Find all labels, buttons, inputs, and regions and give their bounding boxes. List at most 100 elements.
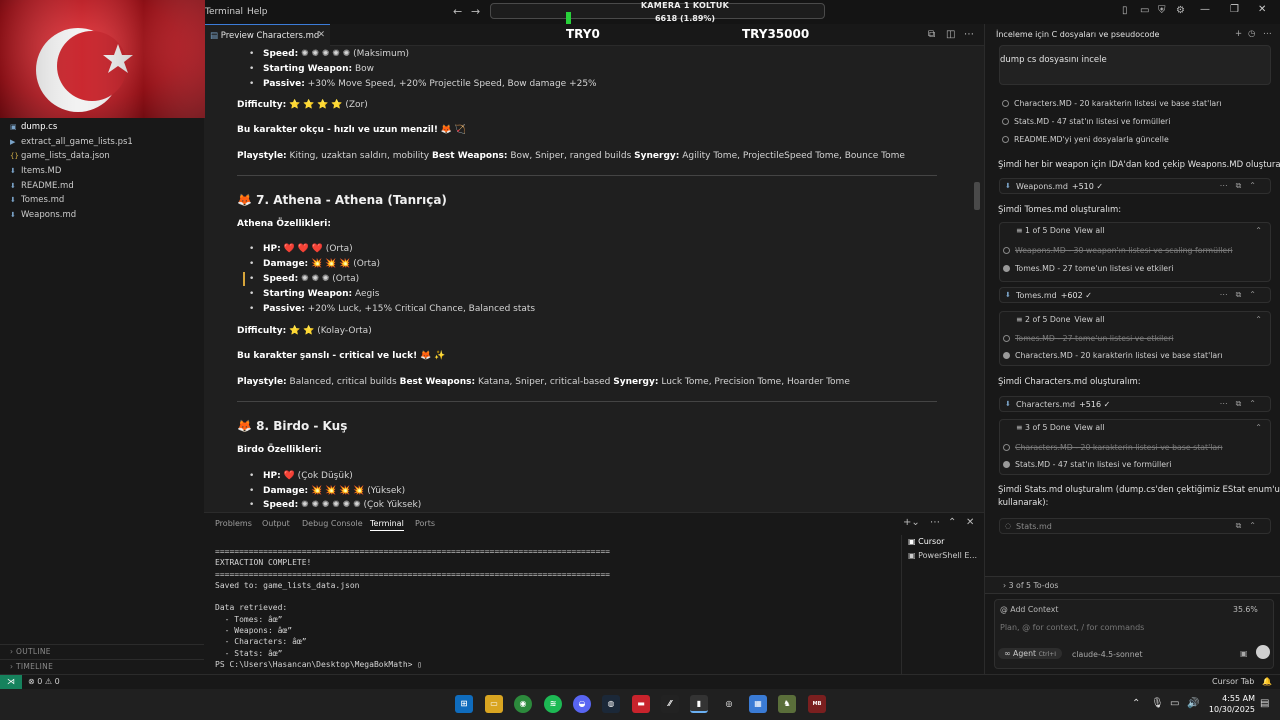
- agent-message: Şimdi Stats.md oluşturalım (dump.cs'den …: [998, 485, 1280, 495]
- more-actions-icon[interactable]: ⋯: [930, 517, 940, 528]
- toggle-panel-icon[interactable]: ▭: [1140, 5, 1149, 16]
- megabonk-icon[interactable]: MB: [808, 695, 826, 713]
- volume-icon[interactable]: 🔊: [1187, 698, 1199, 709]
- app-stripes-icon[interactable]: ⁄⁄: [661, 695, 679, 713]
- steam-icon[interactable]: ◍: [602, 695, 620, 713]
- close-tab-icon[interactable]: ✕: [317, 30, 325, 40]
- user-message[interactable]: dump cs dosyasını incele: [999, 45, 1271, 85]
- file-game-lists-json[interactable]: {} game_lists_data.json: [10, 151, 110, 161]
- forward-arrow-icon[interactable]: →: [471, 5, 480, 18]
- minimize-icon[interactable]: —: [1200, 4, 1210, 15]
- chevron-icon[interactable]: ⌃: [1255, 423, 1262, 432]
- toggle-sidebar-icon[interactable]: ▯: [1122, 5, 1128, 16]
- powershell-file-icon: ▶: [10, 138, 16, 146]
- notification-center-icon[interactable]: ▤: [1260, 698, 1269, 709]
- new-chat-icon[interactable]: +: [1235, 29, 1242, 39]
- file-readme-md[interactable]: ⬇ README.md: [10, 181, 74, 191]
- file-change-stats[interactable]: ◌ Stats.md ⧉⌃: [999, 518, 1271, 534]
- outline-section[interactable]: › OUTLINE: [0, 644, 204, 658]
- gear-icon[interactable]: ⚙: [1176, 5, 1185, 16]
- close-window-icon[interactable]: ✕: [1258, 4, 1266, 15]
- price-label-left: TRY0: [566, 27, 600, 41]
- file-items-md[interactable]: ⬇ Items.MD: [10, 166, 61, 176]
- tab-terminal[interactable]: Terminal: [370, 519, 404, 531]
- more-actions-icon[interactable]: ⋯: [1263, 29, 1272, 39]
- spotify-icon[interactable]: ≋: [544, 695, 562, 713]
- chevron-icon[interactable]: ⌃: [1255, 315, 1262, 324]
- shield-icon[interactable]: ⛨: [1158, 5, 1166, 16]
- cursor-tab-status[interactable]: Cursor Tab: [1212, 677, 1254, 686]
- game-icon[interactable]: ♞: [778, 695, 796, 713]
- discord-icon[interactable]: ◒: [573, 695, 591, 713]
- chat-input-placeholder[interactable]: Plan, @ for context, / for commands: [1000, 623, 1144, 632]
- timeline-section[interactable]: › TIMELINE: [0, 659, 204, 673]
- chrome-icon[interactable]: ◉: [514, 695, 532, 713]
- remote-icon[interactable]: ⋊: [0, 675, 22, 690]
- prev-tagline: Bu karakter okçu - hızlı ve uzun menzil!…: [237, 125, 467, 135]
- file-explorer-icon[interactable]: ▭: [485, 695, 503, 713]
- file-actions[interactable]: ⋯⧉⌃: [1220, 290, 1264, 300]
- todo-item-active: Stats.MD - 47 stat'ın listesi ve formüll…: [1003, 460, 1171, 469]
- new-terminal-icon[interactable]: +⌄: [903, 517, 920, 528]
- problems-status[interactable]: ⊗ 0 ⚠ 0: [28, 677, 60, 686]
- history-icon[interactable]: ◷: [1248, 29, 1255, 39]
- app-red-icon[interactable]: ▬: [632, 695, 650, 713]
- terminal-entry-cursor[interactable]: ▣ Cursor: [908, 537, 944, 546]
- file-actions[interactable]: ⧉⌃: [1236, 521, 1264, 531]
- todo-card[interactable]: ≡ 2 of 5 Done View all ⌃ Tomes.MD - 27 to…: [999, 311, 1271, 366]
- file-tomes-md[interactable]: ⬇ Tomes.md: [10, 195, 64, 205]
- cursor-app-icon[interactable]: ▮: [690, 695, 708, 713]
- todos-summary[interactable]: › 3 of 5 To-dos: [985, 576, 1280, 594]
- prev-speed-line: Speed: ✺ ✺ ✺ ✺ ✺ (Maksimum): [249, 49, 409, 59]
- file-change-characters[interactable]: ⬇ Characters.md +516 ✓ ⋯⧉⌃: [999, 396, 1271, 412]
- image-icon[interactable]: ▣: [1240, 649, 1248, 658]
- terminal-entry-powershell[interactable]: ▣ PowerShell E...: [908, 551, 977, 560]
- tab-problems[interactable]: Problems: [215, 519, 252, 528]
- restore-icon[interactable]: ❐: [1230, 4, 1239, 15]
- editor-scrollbar[interactable]: [974, 182, 980, 210]
- todo-item: Stats.MD - 47 stat'ın listesi ve formüll…: [1002, 117, 1170, 126]
- notifications-icon[interactable]: 🔔: [1262, 677, 1272, 686]
- maximize-panel-icon[interactable]: ⌃: [948, 517, 956, 528]
- tab-preview-characters[interactable]: ▤ Preview Characters.md ✕: [204, 24, 330, 46]
- chevron-icon[interactable]: ⌃: [1255, 226, 1262, 235]
- change-marker: [243, 272, 245, 286]
- microphone-icon[interactable]: 🎙: [1151, 698, 1164, 709]
- file-actions[interactable]: ⋯⧉⌃: [1220, 399, 1264, 409]
- taskbar-clock[interactable]: 4:55 AM 10/30/2025: [1205, 693, 1255, 715]
- menu-terminal[interactable]: Terminal: [205, 7, 243, 17]
- terminal-icon: ▣: [908, 537, 919, 546]
- stop-button[interactable]: [1256, 645, 1270, 659]
- model-selector[interactable]: claude-4.5-sonnet: [1072, 650, 1143, 659]
- network-icon[interactable]: ▭: [1170, 698, 1179, 709]
- more-actions-icon[interactable]: ⋯: [964, 29, 974, 40]
- price-label-right: TRY35000: [742, 27, 810, 41]
- windows-start-icon[interactable]: ⊞: [455, 695, 473, 713]
- app-circle-icon[interactable]: ◎: [720, 695, 738, 713]
- chevron-up-icon[interactable]: ⌃: [1132, 698, 1140, 709]
- app-image-icon[interactable]: ▦: [749, 695, 767, 713]
- athena-weapon-line: Starting Weapon: Aegis: [249, 289, 379, 299]
- file-weapons-md[interactable]: ⬇ Weapons.md: [10, 210, 76, 220]
- menu-help[interactable]: Help: [247, 7, 268, 17]
- tab-ports[interactable]: Ports: [415, 519, 435, 528]
- add-context-button[interactable]: @ Add Context: [1000, 605, 1058, 614]
- file-actions[interactable]: ⋯⧉⌃: [1220, 181, 1264, 191]
- terminal-output[interactable]: ========================================…: [215, 547, 610, 671]
- close-panel-icon[interactable]: ✕: [966, 517, 974, 528]
- back-arrow-icon[interactable]: ←: [453, 5, 462, 18]
- chat-input-box[interactable]: @ Add Context 35.6% Plan, @ for context,…: [994, 599, 1274, 669]
- agent-mode-selector[interactable]: ∞ Agent Ctrl+I: [998, 648, 1063, 659]
- split-editor-icon[interactable]: ◫: [946, 29, 955, 40]
- todo-card[interactable]: ≡ 1 of 5 Done View all ⌃ Weapons.MD - 30 …: [999, 222, 1271, 282]
- list-icon: ≡: [1016, 226, 1026, 235]
- file-extract-ps1[interactable]: ▶ extract_all_game_lists.ps1: [10, 137, 133, 147]
- todo-item-done: Tomes.MD - 27 tome'un listesi ve etkiler…: [1003, 334, 1173, 343]
- file-change-weapons[interactable]: ⬇ Weapons.md +510 ✓ ⋯⧉⌃: [999, 178, 1271, 194]
- file-change-tomes[interactable]: ⬇ Tomes.md +602 ✓ ⋯⧉⌃: [999, 287, 1271, 303]
- tab-output[interactable]: Output: [262, 519, 290, 528]
- file-dump-cs[interactable]: ▣ dump.cs: [10, 122, 57, 132]
- open-file-icon[interactable]: ⧉: [928, 29, 935, 40]
- todo-card[interactable]: ≡ 3 of 5 Done View all ⌃ Characters.MD - …: [999, 419, 1271, 475]
- tab-debug-console[interactable]: Debug Console: [302, 519, 363, 528]
